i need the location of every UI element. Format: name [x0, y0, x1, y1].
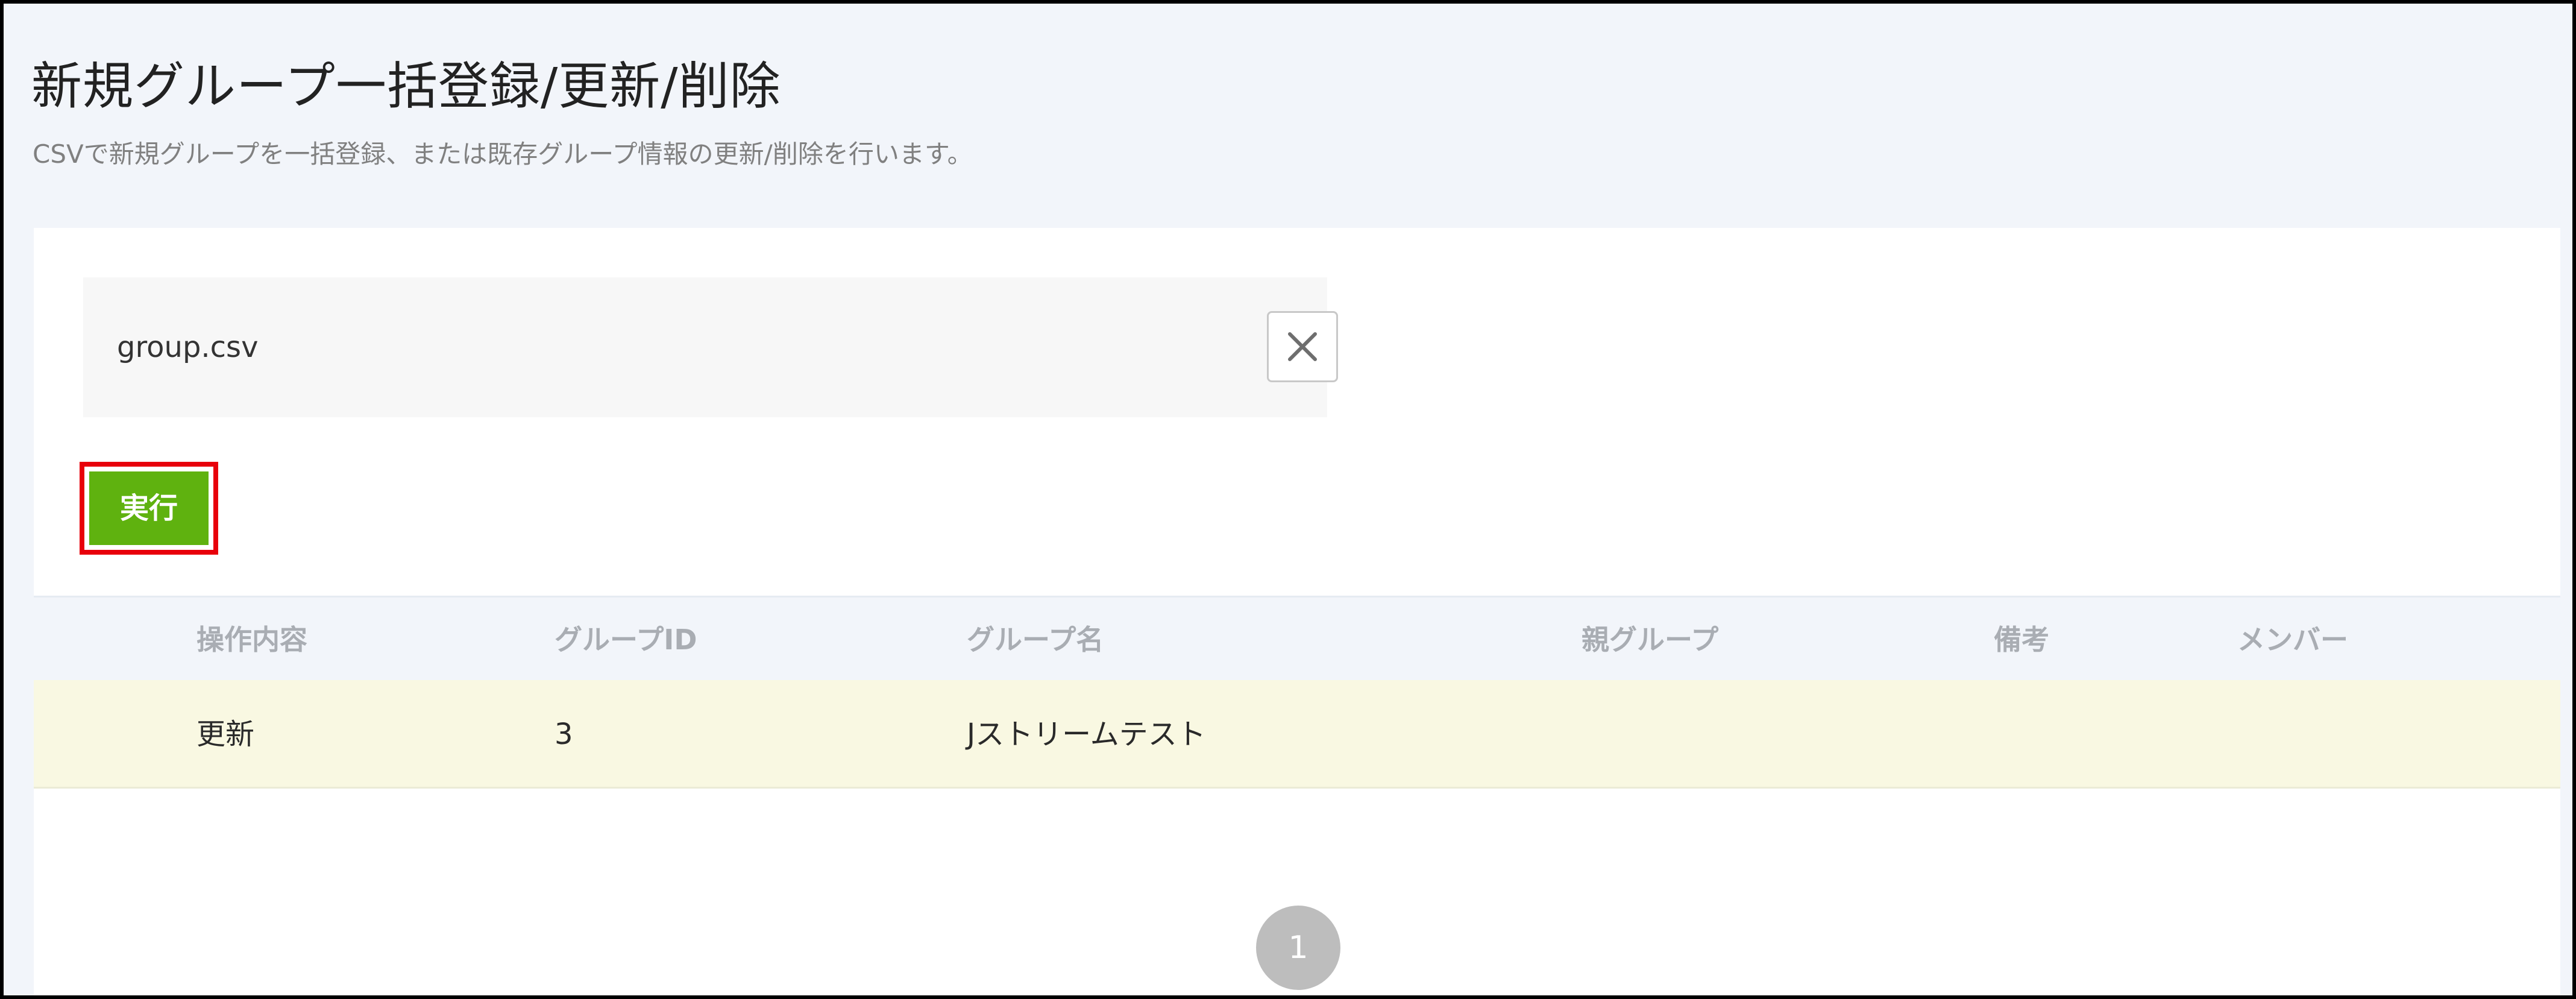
content-card: group.csv 実行 操作内容 グループID グループ名 親グループ 備考 …: [34, 228, 2560, 995]
cell-group-name: Jストリームテスト: [967, 717, 1206, 751]
pagination-page-1[interactable]: 1: [1256, 906, 1340, 990]
column-header-operation: 操作内容: [196, 623, 307, 656]
run-button-highlight: 実行: [80, 462, 218, 555]
selected-file-name: group.csv: [117, 330, 259, 364]
run-button[interactable]: 実行: [89, 471, 209, 545]
column-header-group-id: グループID: [554, 623, 697, 656]
column-header-members: メンバー: [2237, 623, 2348, 656]
close-icon: [1288, 332, 1317, 361]
table-header: 操作内容 グループID グループ名 親グループ 備考 メンバー: [34, 596, 2560, 680]
selected-file-box: group.csv: [83, 277, 1338, 417]
page-description: CSVで新規グループを一括登録、または既存グループ情報の更新/削除を行います。: [33, 139, 973, 169]
clear-file-button[interactable]: [1267, 311, 1338, 382]
screen-frame: 新規グループ一括登録/更新/削除 CSVで新規グループを一括登録、または既存グル…: [0, 0, 2576, 999]
page-title: 新規グループ一括登録/更新/削除: [31, 57, 781, 116]
column-header-group-name: グループ名: [967, 623, 1104, 656]
cell-group-id: 3: [554, 717, 573, 751]
column-header-note: 備考: [1994, 623, 2049, 656]
column-header-parent-group: 親グループ: [1582, 623, 1719, 656]
cell-operation: 更新: [196, 717, 255, 751]
table-row: 更新 3 Jストリームテスト: [34, 680, 2560, 789]
